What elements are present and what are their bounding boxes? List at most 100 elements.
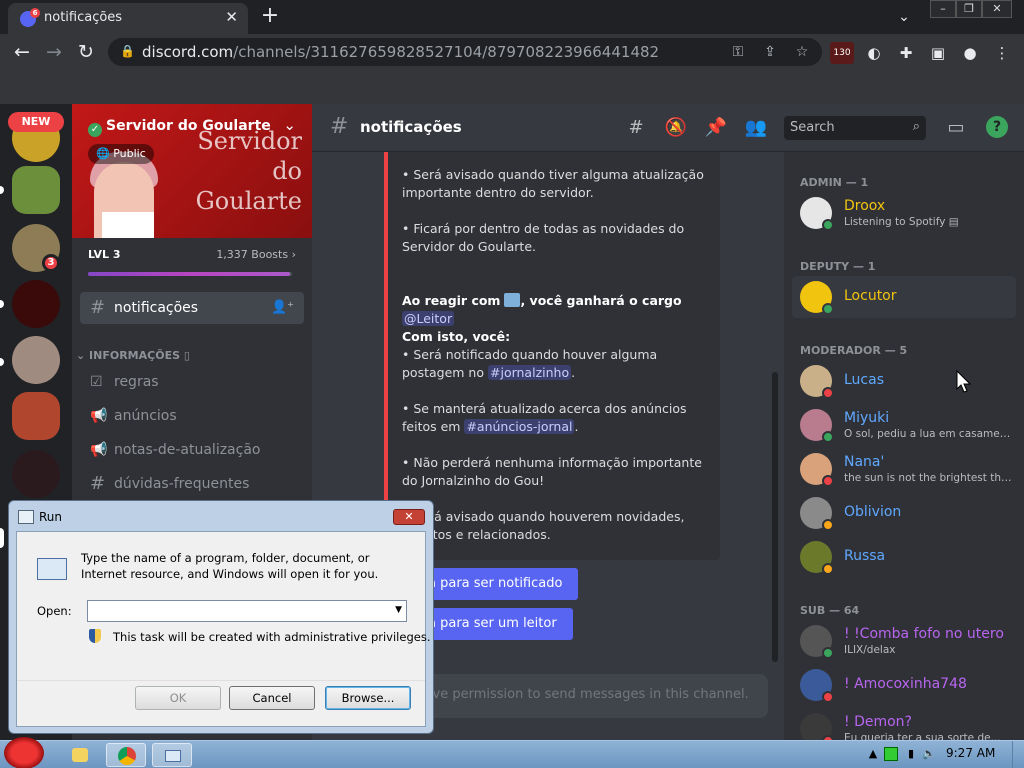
bookmark-bar bbox=[0, 70, 1024, 104]
server-icon-dark[interactable] bbox=[12, 280, 60, 328]
member-comba[interactable]: ! !Comba fofo no utero ILIX/delax bbox=[792, 620, 1016, 662]
boost-progress[interactable]: LVL 3 1,337 Boosts › bbox=[72, 238, 312, 288]
member-oblivion[interactable]: Oblivion bbox=[792, 492, 1016, 534]
inbox-icon[interactable]: ▭ bbox=[944, 116, 968, 140]
channel-label: notas-de-atualização bbox=[114, 442, 261, 458]
chat-scrollbar[interactable] bbox=[772, 372, 778, 662]
show-desktop-button[interactable] bbox=[1012, 741, 1024, 768]
member-demon[interactable]: ! Demon? Eu queria ter a sua sorte de... bbox=[792, 708, 1016, 740]
invite-user-icon[interactable]: 👤⁺ bbox=[271, 292, 294, 324]
dropdown-arrow-icon[interactable]: ▼ bbox=[395, 605, 402, 615]
url-text[interactable]: discord.com/channels/311627659828527104/… bbox=[142, 43, 659, 61]
minimize-window-button[interactable]: – bbox=[930, 0, 956, 18]
open-label: Open: bbox=[37, 604, 72, 618]
server-icon-anime[interactable] bbox=[12, 450, 60, 498]
taskbar-clock[interactable]: 9:27 AM bbox=[946, 746, 995, 760]
key-icon[interactable]: ⚿ bbox=[728, 44, 748, 62]
run-taskbar-icon[interactable] bbox=[152, 743, 192, 767]
tray-arrow-icon[interactable]: ▲ bbox=[866, 747, 880, 761]
public-label: Public bbox=[113, 147, 146, 160]
boost-count: 1,337 Boosts › bbox=[216, 248, 296, 261]
server-icon-game[interactable] bbox=[12, 392, 60, 440]
tray-volume-icon[interactable]: 🔈 bbox=[922, 747, 936, 761]
channel-notificacoes[interactable]: # notificações 👤⁺ bbox=[80, 292, 304, 324]
browser-tab-strip: 6 notificações ✕ + ⌄ – ❐ ✕ bbox=[0, 0, 1024, 34]
bookmark-star-icon[interactable]: ☆ bbox=[792, 44, 812, 62]
browser-tab[interactable]: 6 notificações ✕ bbox=[8, 3, 248, 34]
reload-icon[interactable]: ↻ bbox=[74, 40, 98, 64]
dialog-body: Type the name of a program, folder, docu… bbox=[16, 531, 430, 727]
new-tab-button[interactable]: + bbox=[258, 3, 282, 29]
member-nana[interactable]: Nana' the sun is not the brightest thing bbox=[792, 448, 1016, 490]
megaphone-icon: 📢 bbox=[90, 408, 108, 424]
member-name: ! Demon? bbox=[844, 714, 912, 730]
server-name[interactable]: ✓ Servidor do Goularte bbox=[88, 118, 271, 137]
share-icon[interactable]: ⇪ bbox=[760, 44, 780, 62]
browser-menu-icon[interactable]: ⋮ bbox=[990, 42, 1014, 64]
member-activity: ILIX/delax bbox=[844, 644, 896, 656]
member-name: ! !Comba fofo no utero bbox=[844, 626, 1004, 642]
server-icon-pixel[interactable] bbox=[12, 166, 60, 214]
channel-mention-anuncios-jornal[interactable]: #anúncios-jornal bbox=[464, 419, 575, 434]
uac-shield-icon bbox=[89, 629, 101, 643]
extension-badge-icon[interactable]: 130 bbox=[830, 42, 854, 64]
chrome-taskbar-icon[interactable] bbox=[106, 743, 146, 767]
extension-flag-icon[interactable]: ◐ bbox=[862, 42, 886, 64]
boost-bar-fill bbox=[88, 272, 290, 276]
tray-network-icon[interactable]: ▮ bbox=[904, 747, 918, 761]
server-menu-chevron-icon[interactable]: ⌄ bbox=[283, 116, 296, 134]
tray-battery-icon[interactable] bbox=[884, 747, 898, 761]
threads-icon[interactable]: # bbox=[624, 116, 648, 140]
pin-icon[interactable]: 📌 bbox=[704, 116, 728, 140]
channel-notas-de-atualizacao[interactable]: 📢 notas-de-atualização bbox=[80, 434, 304, 466]
discord-favicon: 6 bbox=[20, 8, 40, 27]
member-locutor[interactable]: Locutor bbox=[792, 276, 1016, 318]
member-list: ADMIN — 1 Droox Listening to Spotify ▤ D… bbox=[784, 152, 1024, 740]
channel-anuncios[interactable]: 📢 anúncios bbox=[80, 400, 304, 432]
search-input[interactable]: Search ⌕ bbox=[784, 116, 926, 140]
forward-arrow-icon[interactable]: → bbox=[42, 40, 66, 64]
role-mention[interactable]: @Leitor bbox=[402, 311, 455, 326]
server-banner[interactable]: Servidor do Goularte ✓ Servidor do Goular… bbox=[72, 104, 312, 238]
channel-title: notificações bbox=[360, 118, 462, 136]
back-arrow-icon[interactable]: ← bbox=[10, 40, 34, 64]
embed-bold-text: , você ganhará o cargo bbox=[520, 293, 682, 308]
ok-button[interactable]: OK bbox=[135, 686, 221, 710]
tab-close-icon[interactable]: ✕ bbox=[225, 8, 238, 26]
channel-regras[interactable]: ☑ regras bbox=[80, 366, 304, 398]
member-name: Lucas bbox=[844, 372, 884, 388]
channel-duvidas-frequentes[interactable]: # dúvidas-frequentes bbox=[80, 468, 304, 500]
browse-button[interactable]: Browse... bbox=[325, 686, 411, 710]
member-lucas[interactable]: Lucas bbox=[792, 360, 1016, 402]
cancel-button[interactable]: Cancel bbox=[229, 686, 315, 710]
help-icon[interactable]: ? bbox=[986, 116, 1008, 138]
profile-avatar-icon[interactable]: ● bbox=[958, 42, 982, 64]
channel-mention-jornalzinho[interactable]: #jornalzinho bbox=[488, 365, 572, 380]
embed-text: • Será notificado quando houver alguma p… bbox=[402, 347, 658, 380]
extensions-puzzle-icon[interactable]: ✚ bbox=[894, 42, 918, 64]
channel-header: # notificações # 🔕 📌 👥 Search ⌕ ▭ ? bbox=[312, 104, 1024, 152]
server-icon-photo[interactable] bbox=[12, 336, 60, 384]
category-informacoes[interactable]: ⌄ INFORMAÇÕES ▯ bbox=[76, 349, 190, 362]
run-titlebar-icon bbox=[18, 510, 34, 524]
member-russa[interactable]: Russa bbox=[792, 536, 1016, 578]
explorer-taskbar-icon[interactable] bbox=[60, 743, 100, 767]
open-input[interactable]: ▼ bbox=[87, 600, 407, 622]
member-list-icon[interactable]: 👥 bbox=[744, 116, 768, 140]
mute-bell-icon[interactable]: 🔕 bbox=[664, 116, 688, 140]
reaction-emoji-icon bbox=[504, 293, 521, 307]
member-group-admin: ADMIN — 1 bbox=[800, 176, 869, 189]
address-bar[interactable]: 🔒 discord.com/channels/31162765982852710… bbox=[108, 38, 822, 66]
close-window-button[interactable]: ✕ bbox=[982, 0, 1012, 18]
unread-indicator bbox=[0, 358, 4, 366]
tab-search-chevron-icon[interactable]: ⌄ bbox=[892, 6, 916, 28]
dialog-close-button[interactable]: ✕ bbox=[393, 509, 425, 525]
member-amocoxinha[interactable]: ! Amocoxinha748 bbox=[792, 664, 1016, 706]
side-panel-icon[interactable]: ▣ bbox=[926, 42, 950, 64]
status-online-icon bbox=[822, 303, 834, 315]
start-button-icon[interactable] bbox=[4, 737, 44, 768]
restore-window-button[interactable]: ❐ bbox=[956, 0, 982, 18]
status-dnd-icon bbox=[822, 387, 834, 399]
member-droox[interactable]: Droox Listening to Spotify ▤ bbox=[792, 192, 1016, 234]
member-miyuki[interactable]: Miyuki O sol, pediu a lua em casamento bbox=[792, 404, 1016, 446]
